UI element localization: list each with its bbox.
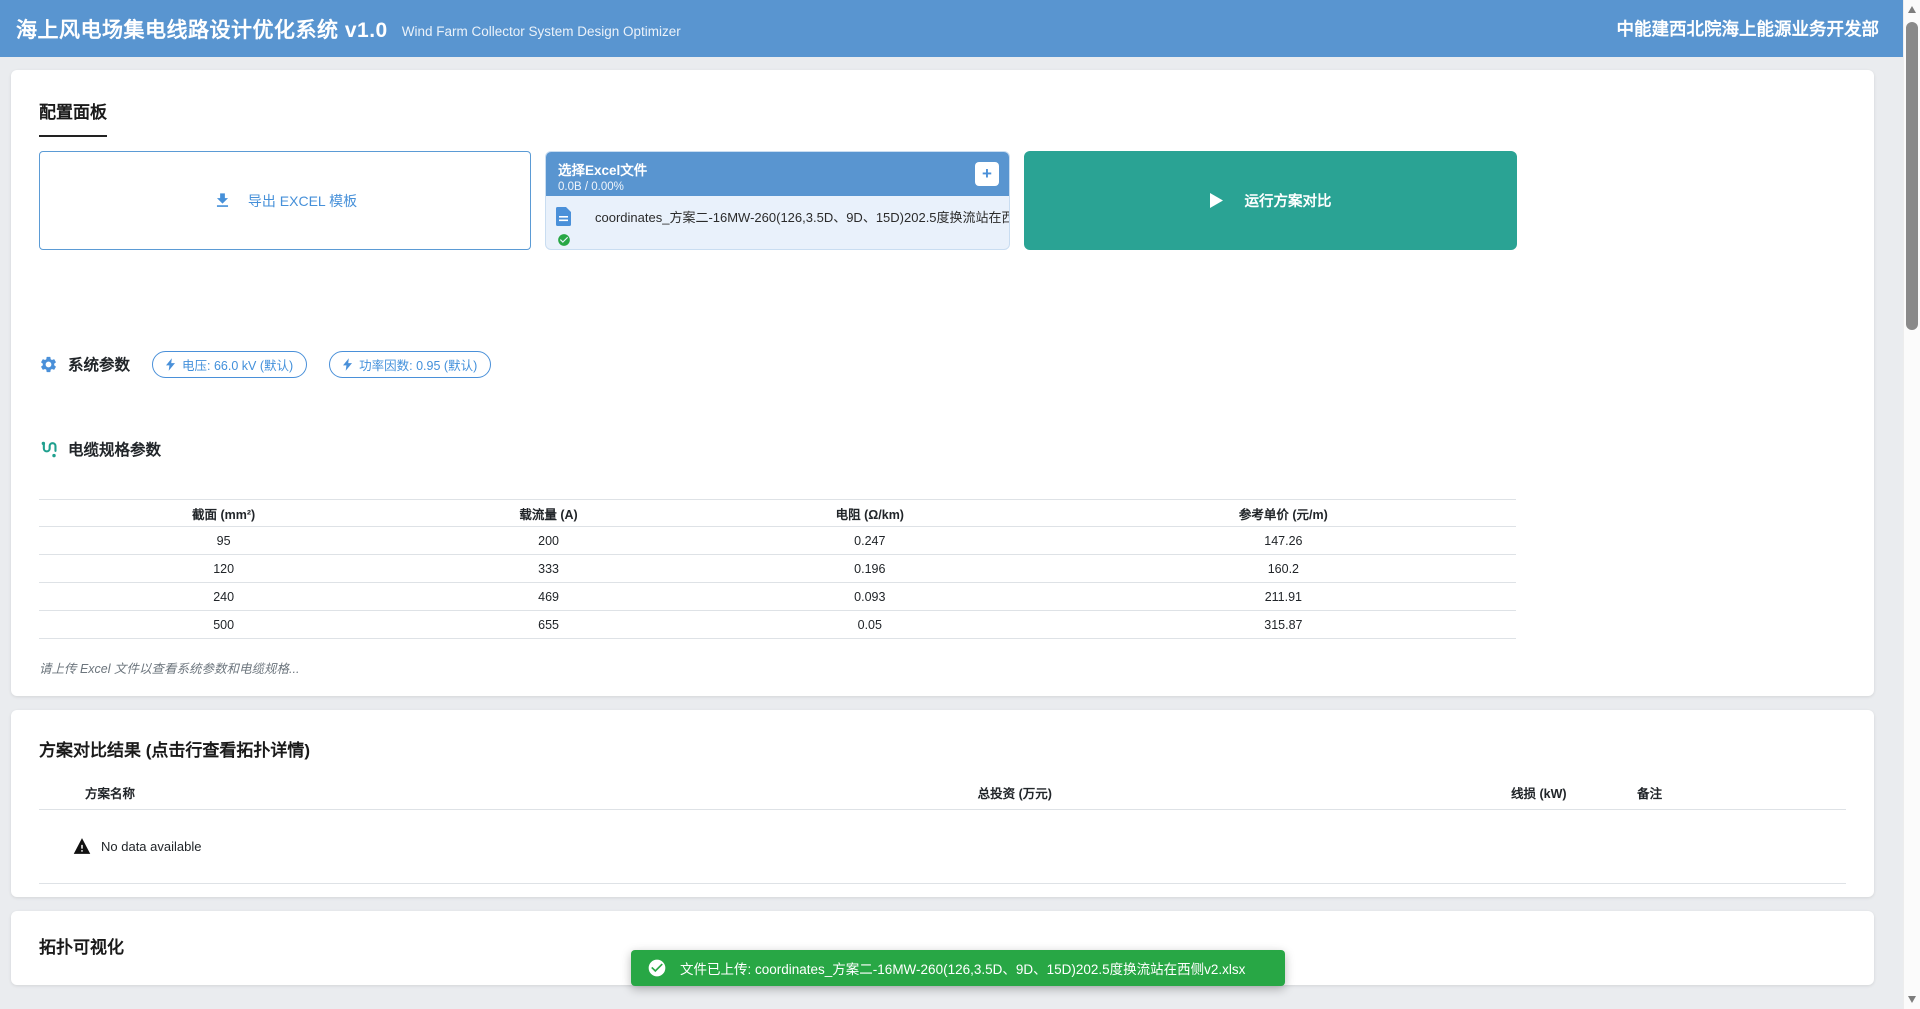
run-comparison-button[interactable]: 运行方案对比	[1024, 151, 1517, 250]
run-comparison-label: 运行方案对比	[1245, 190, 1332, 211]
cell-section: 95	[39, 527, 408, 555]
file-upload-widget: 选择Excel文件 0.0B / 0.00% + coordinates_方案二…	[545, 151, 1010, 250]
cell-resistance: 0.247	[689, 527, 1051, 555]
col-header-section: 截面 (mm²)	[39, 500, 408, 527]
results-card: 方案对比结果 (点击行查看拓扑详情) 方案名称 总投资 (万元) 线损 (kW)…	[11, 710, 1874, 897]
scrollbar[interactable]	[1903, 0, 1920, 1009]
cell-ampacity: 200	[408, 527, 689, 555]
cell-unit-price: 160.2	[1051, 555, 1516, 583]
cable-specs-title: 电缆规格参数	[68, 438, 161, 460]
no-data-label: No data available	[101, 839, 201, 854]
table-row: 120 333 0.196 160.2	[39, 555, 1516, 583]
organization-name: 中能建西北院海上能源业务开发部	[1617, 16, 1880, 41]
file-upload-title: 选择Excel文件	[558, 159, 997, 179]
cell-ampacity: 655	[408, 611, 689, 639]
voltage-badge[interactable]: 电压: 66.0 kV (默认)	[152, 351, 307, 378]
export-template-button[interactable]: 导出 EXCEL 模板	[39, 151, 531, 250]
cell-unit-price: 211.91	[1051, 583, 1516, 611]
cable-table-header-row: 截面 (mm²) 载流量 (A) 电阻 (Ω/km) 参考单价 (元/m)	[39, 500, 1516, 527]
scrollbar-up-arrow[interactable]	[1908, 6, 1916, 13]
upload-hint-note: 请上传 Excel 文件以查看系统参数和电缆规格...	[39, 658, 1846, 677]
col-header-resistance: 电阻 (Ω/km)	[689, 500, 1051, 527]
voltage-badge-label: 电压: 66.0 kV (默认)	[182, 355, 293, 374]
lightning-icon	[166, 358, 175, 371]
lightning-icon	[343, 358, 352, 371]
play-icon	[1210, 193, 1223, 208]
toast-message: 文件已上传: coordinates_方案二-16MW-260(126,3.5D…	[680, 958, 1245, 978]
col-header-scheme-name: 方案名称	[39, 777, 581, 809]
cell-ampacity: 333	[408, 555, 689, 583]
download-icon	[213, 191, 232, 210]
scrollbar-thumb[interactable]	[1906, 22, 1918, 330]
uploaded-file-row[interactable]: coordinates_方案二-16MW-260(126,3.5D、9D、15D…	[556, 201, 999, 231]
cell-unit-price: 147.26	[1051, 527, 1516, 555]
empty-results-row: No data available	[39, 809, 1846, 883]
app-title: 海上风电场集电线路设计优化系统 v1.0	[16, 14, 388, 44]
scrollbar-down-arrow[interactable]	[1908, 996, 1916, 1003]
cell-ampacity: 469	[408, 583, 689, 611]
add-file-button[interactable]: +	[975, 162, 999, 186]
cable-specs-table: 截面 (mm²) 载流量 (A) 电阻 (Ω/km) 参考单价 (元/m) 95…	[39, 499, 1516, 639]
uploaded-file-name: coordinates_方案二-16MW-260(126,3.5D、9D、15D…	[595, 207, 1010, 226]
power-factor-badge[interactable]: 功率因数: 0.95 (默认)	[329, 351, 491, 378]
app-subtitle: Wind Farm Collector System Design Optimi…	[402, 24, 681, 39]
cell-section: 500	[39, 611, 408, 639]
app-header: 海上风电场集电线路设计优化系统 v1.0 Wind Farm Collector…	[0, 0, 1903, 57]
cell-resistance: 0.196	[689, 555, 1051, 583]
warning-icon	[73, 838, 91, 854]
gear-icon	[39, 355, 58, 374]
col-header-remark: 备注	[1629, 777, 1846, 809]
cable-icon	[39, 440, 58, 459]
col-header-ampacity: 载流量 (A)	[408, 500, 689, 527]
col-header-line-loss: 线损 (kW)	[1448, 777, 1629, 809]
col-header-unit-price: 参考单价 (元/m)	[1051, 500, 1516, 527]
cell-resistance: 0.093	[689, 583, 1051, 611]
file-icon	[556, 207, 571, 226]
results-table: 方案名称 总投资 (万元) 线损 (kW) 备注 No data availab…	[39, 777, 1846, 884]
table-row: 95 200 0.247 147.26	[39, 527, 1516, 555]
cell-unit-price: 315.87	[1051, 611, 1516, 639]
system-params-title: 系统参数	[68, 353, 130, 375]
table-row: 240 469 0.093 211.91	[39, 583, 1516, 611]
file-upload-header: 选择Excel文件 0.0B / 0.00%	[546, 152, 1009, 196]
upload-success-toast: 文件已上传: coordinates_方案二-16MW-260(126,3.5D…	[631, 950, 1285, 986]
upload-success-check-icon	[557, 233, 999, 247]
cell-section: 120	[39, 555, 408, 583]
config-panel-title: 配置面板	[39, 98, 1846, 137]
col-header-total-investment: 总投资 (万元)	[581, 777, 1448, 809]
config-action-row: 导出 EXCEL 模板 选择Excel文件 0.0B / 0.00% +	[39, 151, 1846, 250]
no-data-row: No data available	[39, 838, 1846, 854]
power-factor-badge-label: 功率因数: 0.95 (默认)	[359, 355, 477, 374]
upload-progress-text: 0.0B / 0.00%	[558, 181, 997, 193]
results-header-row: 方案名称 总投资 (万元) 线损 (kW) 备注	[39, 777, 1846, 809]
system-params-row: 系统参数 电压: 66.0 kV (默认) 功率因数: 0.95 (默认)	[39, 349, 1846, 379]
cable-specs-header: 电缆规格参数	[39, 436, 1846, 462]
config-panel-card: 配置面板 导出 EXCEL 模板 选择Excel文件 0.0B / 0.00% …	[11, 70, 1874, 696]
export-template-label: 导出 EXCEL 模板	[248, 191, 357, 211]
cell-section: 240	[39, 583, 408, 611]
file-upload-body: coordinates_方案二-16MW-260(126,3.5D、9D、15D…	[546, 196, 1009, 247]
results-title: 方案对比结果 (点击行查看拓扑详情)	[39, 736, 1846, 761]
table-row: 500 655 0.05 315.87	[39, 611, 1516, 639]
cell-resistance: 0.05	[689, 611, 1051, 639]
check-circle-icon	[647, 958, 667, 978]
